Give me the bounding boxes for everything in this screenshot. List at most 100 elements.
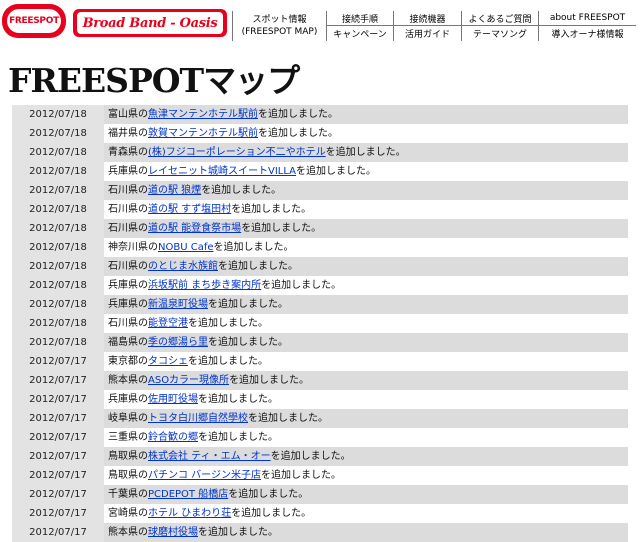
entry-suffix: を追加しました。 xyxy=(258,109,338,120)
entry-text: 鳥取県のパチンコ バージン米子店を追加しました。 xyxy=(104,466,628,485)
nav-connect-steps[interactable]: 接続手順 xyxy=(326,11,393,26)
entry-suffix: を追加しました。 xyxy=(188,356,268,367)
entry-prefecture: 岐阜県の xyxy=(108,413,148,424)
entry-text: 兵庫県のレイセニット城崎スイートVILLAを追加しました。 xyxy=(104,162,628,181)
entry-suffix: を追加しました。 xyxy=(261,280,342,291)
nav-spot-info[interactable]: スポット情報 (FREESPOT MAP) xyxy=(232,11,326,41)
entry-place-link[interactable]: (株)フジコーポレーション不二やホテル xyxy=(148,147,326,158)
freespot-logo[interactable]: FREESPOT xyxy=(2,4,66,38)
entry-place-link[interactable]: PCDEPOT 船橋店 xyxy=(148,489,228,500)
entry-prefecture: 宮崎県の xyxy=(108,508,148,519)
nav-faq[interactable]: よくあるご質問 xyxy=(461,11,538,26)
entry-date: 2012/07/18 xyxy=(12,314,104,333)
entry-suffix: を追加しました。 xyxy=(258,128,338,139)
entry-text: 石川県の道の駅 能登食祭市場を追加しました。 xyxy=(104,219,628,238)
entry-text: 石川県ののとじま水族館を追加しました。 xyxy=(104,257,628,276)
list-item: 2012/07/17 熊本県の球磨村役場を追加しました。 xyxy=(12,523,628,542)
entry-place-link[interactable]: ASOカラー現像所 xyxy=(148,375,229,386)
entry-date: 2012/07/18 xyxy=(12,276,104,295)
entry-prefecture: 千葉県の xyxy=(108,489,148,500)
list-item: 2012/07/18 兵庫県のレイセニット城崎スイートVILLAを追加しました。 xyxy=(12,162,628,181)
nav-spot-info-line2: (FREESPOT MAP) xyxy=(241,27,318,37)
entry-text: 福井県の敦賀マンテンホテル駅前を追加しました。 xyxy=(104,124,628,143)
list-item: 2012/07/17 鳥取県のパチンコ バージン米子店を追加しました。 xyxy=(12,466,628,485)
nav-theme-song[interactable]: テーマソング xyxy=(461,26,538,41)
entry-place-link[interactable]: 能登空港 xyxy=(148,318,188,329)
entry-text: 東京都のタコシェを追加しました。 xyxy=(104,352,628,371)
entry-date: 2012/07/17 xyxy=(12,409,104,428)
entry-suffix: を追加しました。 xyxy=(213,242,294,253)
entry-prefecture: 神奈川県の xyxy=(108,242,158,253)
list-item: 2012/07/17 三重県の鈴合歓の郷を追加しました。 xyxy=(12,428,628,447)
entry-place-link[interactable]: 佐用町役場 xyxy=(148,394,198,405)
entry-place-link[interactable]: のとじま水族館 xyxy=(148,261,218,272)
entry-prefecture: 東京都の xyxy=(108,356,148,367)
nav-owner-info[interactable]: 導入オーナ様情報 xyxy=(538,26,636,41)
entry-suffix: を追加しました。 xyxy=(231,204,312,215)
entry-place-link[interactable]: 浜坂駅前 まち歩き案内所 xyxy=(148,280,261,291)
entry-place-link[interactable]: 株式会社 ティ・エム・オー xyxy=(148,451,271,462)
list-item: 2012/07/18 兵庫県の浜坂駅前 まち歩き案内所を追加しました。 xyxy=(12,276,628,295)
entry-place-link[interactable]: 道の駅 能登食祭市場 xyxy=(148,223,241,234)
entry-prefecture: 熊本県の xyxy=(108,375,148,386)
entry-text: 福島県の季の郷湯ら里を追加しました。 xyxy=(104,333,628,352)
list-item: 2012/07/18 富山県の魚津マンテンホテル駅前を追加しました。 xyxy=(12,105,628,124)
entry-place-link[interactable]: 球磨村役場 xyxy=(148,527,198,538)
entry-text: 岐阜県のトヨタ白川郷自然學校を追加しました。 xyxy=(104,409,628,428)
entry-prefecture: 兵庫県の xyxy=(108,299,148,310)
entry-suffix: を追加しました。 xyxy=(188,318,268,329)
entry-prefecture: 鳥取県の xyxy=(108,451,148,462)
entry-date: 2012/07/17 xyxy=(12,523,104,542)
entry-text: 富山県の魚津マンテンホテル駅前を追加しました。 xyxy=(104,105,628,124)
entry-place-link[interactable]: ホテル ひまわり荘 xyxy=(148,508,231,519)
entry-place-link[interactable]: 鈴合歓の郷 xyxy=(148,432,198,443)
entry-prefecture: 石川県の xyxy=(108,318,148,329)
entry-text: 熊本県の球磨村役場を追加しました。 xyxy=(104,523,628,542)
entry-suffix: を追加しました。 xyxy=(260,470,341,481)
entry-place-link[interactable]: トヨタ白川郷自然學校 xyxy=(148,413,248,424)
entry-suffix: を追加しました。 xyxy=(231,508,312,519)
entry-text: 神奈川県のNOBU Cafeを追加しました。 xyxy=(104,238,628,257)
entry-text: 石川県の道の駅 すず塩田村を追加しました。 xyxy=(104,200,628,219)
entry-text: 三重県の鈴合歓の郷を追加しました。 xyxy=(104,428,628,447)
entry-suffix: を追加しました。 xyxy=(201,185,282,196)
entry-prefecture: 兵庫県の xyxy=(108,166,148,177)
entry-place-link[interactable]: NOBU Cafe xyxy=(158,242,214,253)
entry-text: 兵庫県の浜坂駅前 まち歩き案内所を追加しました。 xyxy=(104,276,628,295)
banner-text: Broad Band - Oasis xyxy=(77,12,223,34)
nav-devices[interactable]: 接続機器 xyxy=(393,11,461,26)
entry-text: 兵庫県の佐用町役場を追加しました。 xyxy=(104,390,628,409)
entry-suffix: を追加しました。 xyxy=(270,451,351,462)
entry-text: 熊本県のASOカラー現像所を追加しました。 xyxy=(104,371,628,390)
list-item: 2012/07/18 石川県の道の駅 狼煙を追加しました。 xyxy=(12,181,628,200)
entry-date: 2012/07/17 xyxy=(12,466,104,485)
entry-text: 鳥取県の株式会社 ティ・エム・オーを追加しました。 xyxy=(104,447,628,466)
broadband-oasis-banner[interactable]: Broad Band - Oasis xyxy=(73,9,227,37)
nav-campaign[interactable]: キャンペーン xyxy=(326,26,393,41)
list-item: 2012/07/18 福島県の季の郷湯ら里を追加しました。 xyxy=(12,333,628,352)
entry-place-link[interactable]: レイセニット城崎スイートVILLA xyxy=(148,166,296,177)
entry-text: 兵庫県の新温泉町役場を追加しました。 xyxy=(104,295,628,314)
entry-date: 2012/07/17 xyxy=(12,447,104,466)
entry-place-link[interactable]: 敦賀マンテンホテル駅前 xyxy=(148,128,258,139)
list-item: 2012/07/18 青森県の(株)フジコーポレーション不二やホテルを追加しました… xyxy=(12,143,628,162)
entry-date: 2012/07/18 xyxy=(12,257,104,276)
entry-place-link[interactable]: パチンコ バージン米子店 xyxy=(148,470,261,481)
nav-guide[interactable]: 活用ガイド xyxy=(393,26,461,41)
entry-date: 2012/07/17 xyxy=(12,485,104,504)
entry-suffix: を追加しました。 xyxy=(198,394,278,405)
nav-about[interactable]: about FREESPOT xyxy=(538,11,636,26)
entry-text: 千葉県のPCDEPOT 船橋店を追加しました。 xyxy=(104,485,628,504)
entry-date: 2012/07/18 xyxy=(12,124,104,143)
update-list: 2012/07/18 富山県の魚津マンテンホテル駅前を追加しました。 2012/07… xyxy=(12,105,628,542)
entry-place-link[interactable]: 道の駅 すず塩田村 xyxy=(148,204,231,215)
entry-prefecture: 熊本県の xyxy=(108,527,148,538)
entry-place-link[interactable]: 季の郷湯ら里 xyxy=(148,337,208,348)
entry-prefecture: 石川県の xyxy=(108,204,148,215)
entry-place-link[interactable]: 新温泉町役場 xyxy=(148,299,208,310)
entry-date: 2012/07/18 xyxy=(12,105,104,124)
entry-place-link[interactable]: タコシェ xyxy=(148,356,188,367)
entry-place-link[interactable]: 道の駅 狼煙 xyxy=(148,185,201,196)
entry-suffix: を追加しました。 xyxy=(241,223,322,234)
entry-place-link[interactable]: 魚津マンテンホテル駅前 xyxy=(148,109,258,120)
